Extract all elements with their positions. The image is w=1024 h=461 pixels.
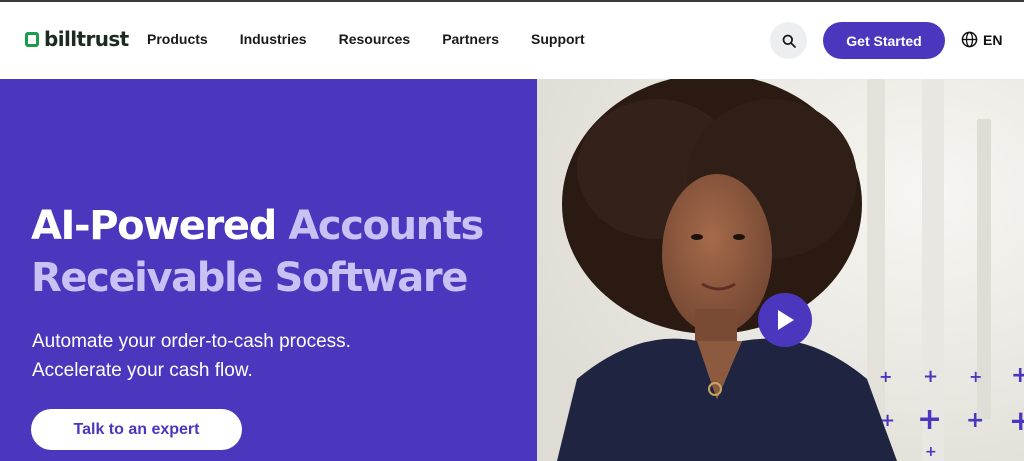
globe-icon <box>961 31 978 48</box>
search-icon <box>782 34 796 48</box>
hero-image <box>537 79 1024 461</box>
play-video-button[interactable] <box>758 293 812 347</box>
plus-icon: + <box>1011 363 1024 388</box>
plus-icon: + <box>923 366 939 387</box>
get-started-button[interactable]: Get Started <box>823 22 945 59</box>
nav-products[interactable]: Products <box>147 31 208 47</box>
logo-mark-icon <box>25 31 39 47</box>
plus-icon: + <box>880 410 896 431</box>
headline-white: AI-Powered <box>31 203 289 249</box>
plus-icon: + <box>925 444 937 460</box>
plus-icon: + <box>966 408 985 433</box>
plus-icon: + <box>969 367 983 386</box>
search-button[interactable] <box>770 22 807 59</box>
plus-icon: + <box>917 402 943 437</box>
hero-headline: AI-Powered Accounts Receivable Software <box>31 200 531 304</box>
talk-to-expert-button[interactable]: Talk to an expert <box>31 409 242 450</box>
nav-partners[interactable]: Partners <box>442 31 499 47</box>
billtrust-logo[interactable]: billtrust <box>25 27 129 51</box>
hero-subtitle: Automate your order-to-cash process. Acc… <box>32 327 351 385</box>
nav-resources[interactable]: Resources <box>339 31 411 47</box>
main-nav: Products Industries Resources Partners S… <box>147 31 617 47</box>
site-header: billtrust Products Industries Resources … <box>0 2 1024 79</box>
nav-industries[interactable]: Industries <box>240 31 307 47</box>
language-label: EN <box>983 31 1003 48</box>
hero-subtitle-line1: Automate your order-to-cash process. <box>32 331 351 352</box>
nav-support[interactable]: Support <box>531 31 585 47</box>
plus-icon: + <box>879 367 893 386</box>
language-selector[interactable]: EN <box>961 31 1002 48</box>
hero-subtitle-line2: Accelerate your cash flow. <box>32 360 253 381</box>
hero-photo <box>537 79 1024 461</box>
logo-text: billtrust <box>44 27 129 51</box>
plus-icon: + <box>1009 404 1024 437</box>
play-icon <box>778 310 794 330</box>
